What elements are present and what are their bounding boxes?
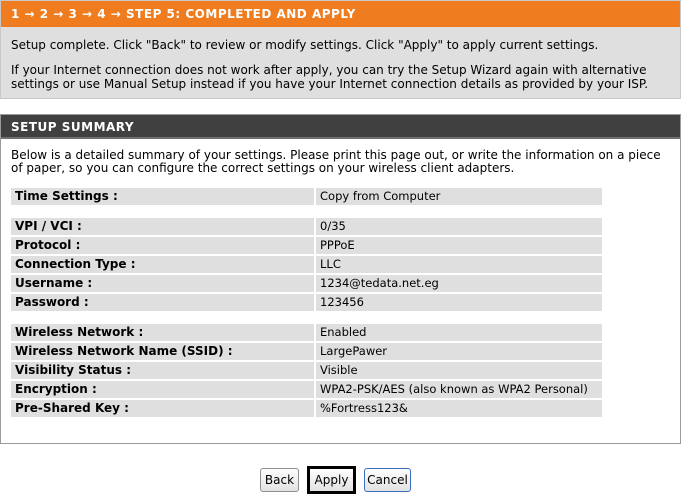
step-panel: 1 → 2 → 3 → 4 → STEP 5: COMPLETED AND AP… [0, 0, 681, 99]
summary-value: %Fortress123& [316, 400, 602, 417]
back-button[interactable]: Back [260, 468, 299, 492]
summary-value: LargePawer [316, 343, 602, 360]
setup-summary-header: SETUP SUMMARY [1, 115, 680, 139]
summary-intro-text: Below is a detailed summary of your sett… [11, 148, 661, 175]
summary-label: Connection Type : [11, 256, 314, 273]
summary-label: Username : [11, 275, 314, 292]
summary-value: Visible [316, 362, 602, 379]
time-settings-table: Time Settings : Copy from Computer [11, 187, 602, 206]
summary-label: VPI / VCI : [11, 218, 314, 235]
summary-label: Wireless Network : [11, 324, 314, 341]
summary-value: PPPoE [316, 237, 602, 254]
summary-value: LLC [316, 256, 602, 273]
apply-button[interactable]: Apply [307, 466, 356, 494]
summary-label: Password : [11, 294, 314, 311]
summary-row-visibility-status: Visibility Status : Visible [11, 361, 602, 380]
summary-row-wireless-network: Wireless Network : Enabled [11, 323, 602, 342]
summary-row-vpi-vci: VPI / VCI : 0/35 [11, 217, 602, 236]
summary-value: 123456 [316, 294, 602, 311]
summary-value: 1234@tedata.net.eg [316, 275, 602, 292]
summary-row-pre-shared-key: Pre-Shared Key : %Fortress123& [11, 399, 602, 418]
summary-label: Wireless Network Name (SSID) : [11, 343, 314, 360]
summary-label: Protocol : [11, 237, 314, 254]
step-description: Setup complete. Click "Back" to review o… [1, 27, 680, 91]
connection-help-text: If your Internet connection does not wor… [11, 63, 649, 91]
summary-row-username: Username : 1234@tedata.net.eg [11, 274, 602, 293]
action-button-bar: Back Apply Cancel [0, 466, 683, 494]
summary-row-encryption: Encryption : WPA2-PSK/AES (also known as… [11, 380, 602, 399]
summary-label: Time Settings : [11, 188, 314, 205]
summary-value: Enabled [316, 324, 602, 341]
connection-settings-table: VPI / VCI : 0/35 Protocol : PPPoE Connec… [11, 217, 602, 312]
setup-complete-text: Setup complete. Click "Back" to review o… [11, 38, 599, 52]
summary-row-ssid: Wireless Network Name (SSID) : LargePawe… [11, 342, 602, 361]
summary-row-protocol: Protocol : PPPoE [11, 236, 602, 255]
wireless-settings-table: Wireless Network : Enabled Wireless Netw… [11, 323, 602, 418]
cancel-button[interactable]: Cancel [364, 468, 411, 492]
summary-row-time-settings: Time Settings : Copy from Computer [11, 187, 602, 206]
summary-label: Pre-Shared Key : [11, 400, 314, 417]
summary-value: WPA2-PSK/AES (also known as WPA2 Persona… [316, 381, 602, 398]
setup-summary-panel: SETUP SUMMARY Below is a detailed summar… [0, 114, 681, 444]
step-header: 1 → 2 → 3 → 4 → STEP 5: COMPLETED AND AP… [1, 1, 680, 27]
summary-value: 0/35 [316, 218, 602, 235]
summary-label: Encryption : [11, 381, 314, 398]
summary-row-connection-type: Connection Type : LLC [11, 255, 602, 274]
summary-label: Visibility Status : [11, 362, 314, 379]
summary-row-password: Password : 123456 [11, 293, 602, 312]
summary-value: Copy from Computer [316, 188, 602, 205]
